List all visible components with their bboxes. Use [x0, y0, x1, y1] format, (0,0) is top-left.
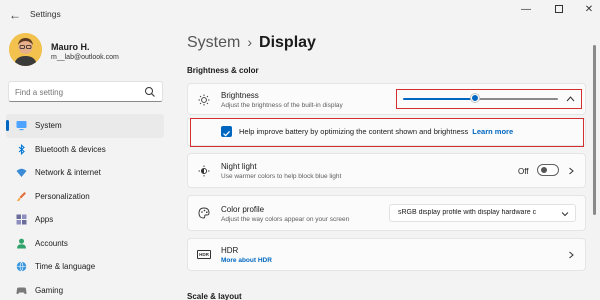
- color-profile-subtitle: Adjust the way colors appear on your scr…: [221, 216, 350, 223]
- color-profile-title: Color profile: [221, 205, 265, 214]
- sidebar-nav: System Bluetooth & devices Network & int…: [6, 114, 164, 300]
- sidebar-item-label: Time & language: [35, 262, 96, 271]
- back-button[interactable]: ←: [9, 8, 23, 22]
- brush-icon: [17, 191, 26, 201]
- breadcrumb-parent[interactable]: System: [187, 34, 240, 51]
- battery-checkbox[interactable]: [221, 126, 232, 137]
- avatar[interactable]: [9, 33, 42, 66]
- slider-track-rest: [476, 98, 558, 100]
- sidebar-item-personalization[interactable]: Personalization: [6, 185, 164, 209]
- night-light-title: Night light: [221, 162, 257, 171]
- sun-icon: [198, 94, 210, 106]
- section-heading-scale-layout: Scale & layout: [187, 292, 242, 300]
- chevron-right-icon: [569, 251, 574, 259]
- sidebar-item-label: Personalization: [35, 191, 90, 201]
- hdr-card[interactable]: HDR HDR More about HDR: [187, 238, 586, 271]
- scrollbar[interactable]: [593, 45, 596, 215]
- section-heading-brightness-color: Brightness & color: [187, 66, 259, 75]
- hdr-icon: HDR: [197, 250, 211, 259]
- sidebar-item-system[interactable]: System: [6, 114, 164, 138]
- active-indicator: [6, 120, 9, 131]
- night-light-toggle[interactable]: [537, 164, 559, 176]
- sidebar-item-bluetooth[interactable]: Bluetooth & devices: [6, 138, 164, 162]
- battery-option-label: Help improve battery by optimizing the c…: [239, 127, 469, 136]
- avatar-image: [9, 33, 42, 66]
- sidebar-item-accounts[interactable]: Accounts: [6, 232, 164, 256]
- person-icon: [17, 238, 26, 248]
- user-name: Mauro H.: [51, 42, 90, 52]
- brightness-subtitle: Adjust the brightness of the built-in di…: [221, 102, 343, 109]
- sidebar-item-time-language[interactable]: Time & language: [6, 255, 164, 279]
- search-input[interactable]: [15, 85, 140, 99]
- battery-option-text: Help improve battery by optimizing the c…: [239, 127, 513, 136]
- sidebar-item-gaming[interactable]: Gaming: [6, 279, 164, 300]
- learn-more-link[interactable]: Learn more: [472, 127, 513, 136]
- checkmark-icon: [223, 130, 231, 137]
- color-palette-icon: [198, 207, 210, 219]
- chevron-up-icon[interactable]: [566, 95, 575, 103]
- bluetooth-icon: [18, 143, 25, 155]
- brightness-slider[interactable]: [403, 93, 558, 105]
- minimize-button[interactable]: —: [511, 0, 541, 22]
- night-light-state: Off: [518, 167, 529, 176]
- search-icon[interactable]: [144, 86, 156, 98]
- hdr-title: HDR: [221, 246, 239, 255]
- page-title: Display: [259, 34, 316, 51]
- night-light-subtitle: Use warmer colors to help block blue lig…: [221, 173, 342, 180]
- search-box[interactable]: [8, 81, 163, 102]
- sidebar-item-network[interactable]: Network & internet: [6, 161, 164, 185]
- window-title: Settings: [30, 9, 61, 19]
- chevron-right-icon: [569, 167, 574, 175]
- user-email: m__lab@outlook.com: [51, 54, 119, 61]
- maximize-icon: [555, 5, 563, 14]
- controller-icon: [16, 287, 27, 294]
- sidebar-item-apps[interactable]: Apps: [6, 208, 164, 232]
- breadcrumb: System › Display: [187, 34, 316, 52]
- close-button[interactable]: ✕: [574, 0, 600, 22]
- chevron-down-icon: [561, 212, 569, 217]
- brightness-title: Brightness: [221, 91, 259, 100]
- sidebar-item-label: Accounts: [35, 238, 68, 248]
- apps-icon: [16, 214, 27, 225]
- slider-thumb[interactable]: [471, 94, 479, 102]
- color-profile-dropdown[interactable]: sRGB display profile with display hardwa…: [389, 204, 576, 222]
- globe-icon: [16, 261, 27, 272]
- color-profile-selected: sRGB display profile with display hardwa…: [398, 209, 537, 216]
- slider-track-fill: [403, 98, 476, 100]
- sidebar-item-label: System: [35, 121, 62, 130]
- toggle-knob: [540, 167, 547, 173]
- night-light-icon: [198, 165, 210, 177]
- title-bar: ← Settings — ✕: [0, 0, 600, 30]
- breadcrumb-separator: ›: [247, 34, 253, 50]
- sidebar-item-label: Bluetooth & devices: [35, 144, 106, 154]
- wifi-icon: [16, 168, 27, 177]
- sidebar-item-label: Gaming: [35, 285, 64, 295]
- sidebar-item-label: Apps: [35, 215, 54, 224]
- sidebar-item-label: Network & internet: [35, 168, 101, 177]
- monitor-icon: [16, 121, 27, 131]
- hdr-more-link[interactable]: More about HDR: [221, 257, 272, 264]
- maximize-button[interactable]: [544, 0, 574, 22]
